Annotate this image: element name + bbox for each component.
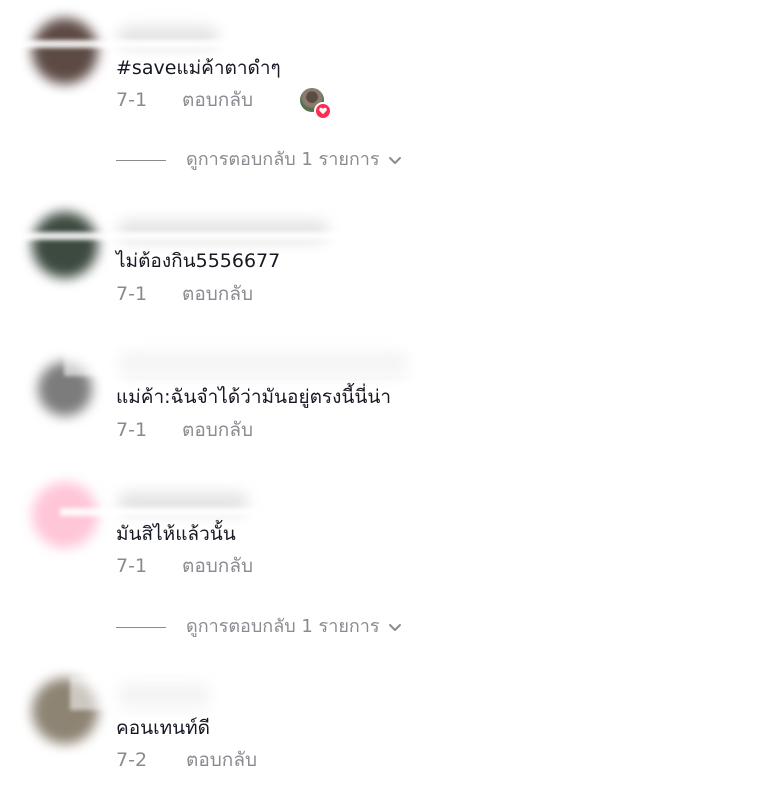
blur-mask xyxy=(0,40,230,48)
reply-button[interactable]: ตอบกลับ xyxy=(182,88,253,112)
reply-button[interactable]: ตอบกลับ xyxy=(182,282,253,306)
blur-mask xyxy=(0,232,340,240)
blur-mask xyxy=(60,508,260,516)
blur-mask xyxy=(64,336,424,376)
comment-meta: 7-1 ตอบกลับ xyxy=(116,88,253,112)
view-replies-label: ดูการตอบกลับ 1 รายการ xyxy=(186,616,380,637)
view-replies-button[interactable]: ดูการตอบกลับ 1 รายการ xyxy=(116,148,402,172)
comment-date: 7-1 xyxy=(116,555,148,577)
comment-meta: 7-1 ตอบกลับ xyxy=(116,282,253,306)
heart-icon xyxy=(314,102,332,120)
comment-text: ไม่ต้องกิน5556677 xyxy=(116,250,281,272)
avatar[interactable] xyxy=(32,18,98,84)
comment-text: มันสิไห้แล้วนั้น xyxy=(116,523,236,545)
divider-line xyxy=(116,159,166,161)
comment-date: 7-1 xyxy=(116,283,148,305)
divider-line xyxy=(116,626,166,628)
comment-meta: 7-1 ตอบกลับ xyxy=(116,554,253,578)
chevron-down-icon xyxy=(388,620,402,634)
reply-button[interactable]: ตอบกลับ xyxy=(182,554,253,578)
blur-mask xyxy=(70,676,230,710)
comment-text: #saveแม่ค้าตาดำๆ xyxy=(116,57,281,79)
comment-text: แม่ค้า:ฉันจำได้ว่ามันอยู่ตรงนี้นี่น่า xyxy=(116,386,392,408)
view-replies-label: ดูการตอบกลับ 1 รายการ xyxy=(186,149,380,170)
comment-meta: 7-2 ตอบกลับ xyxy=(116,748,257,772)
reply-button[interactable]: ตอบกลับ xyxy=(182,418,253,442)
chevron-down-icon xyxy=(388,153,402,167)
comment-text: คอนเทนท์ดี xyxy=(116,717,210,739)
comment-meta: 7-1 ตอบกลับ xyxy=(116,418,253,442)
comment-date: 7-1 xyxy=(116,419,148,441)
reply-button[interactable]: ตอบกลับ xyxy=(186,748,257,772)
view-replies-button[interactable]: ดูการตอบกลับ 1 รายการ xyxy=(116,615,402,639)
comment-date: 7-1 xyxy=(116,89,148,111)
avatar[interactable] xyxy=(32,212,98,278)
comment-date: 7-2 xyxy=(116,749,148,771)
